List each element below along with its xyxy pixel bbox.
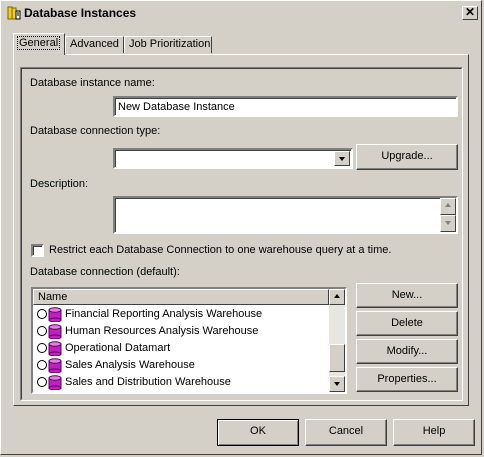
properties-button[interactable]: Properties... xyxy=(356,367,458,392)
cancel-button[interactable]: Cancel xyxy=(305,419,387,446)
list-item[interactable]: Human Resources Analysis Warehouse xyxy=(35,323,329,340)
dialog-title: Database Instances xyxy=(24,6,137,20)
chevron-down-icon xyxy=(445,221,451,225)
tab-job-prioritization[interactable]: Job Prioritization xyxy=(124,36,212,53)
close-icon: ✕ xyxy=(464,5,476,19)
scroll-up-button[interactable] xyxy=(440,198,456,215)
database-cylinder-icon xyxy=(48,324,62,339)
upgrade-button[interactable]: Upgrade... xyxy=(356,144,458,170)
chevron-up-icon xyxy=(334,294,340,298)
chevron-down-icon xyxy=(334,382,340,386)
restrict-checkbox[interactable] xyxy=(31,244,44,257)
list-item[interactable]: Sales and Distribution Warehouse xyxy=(35,374,329,391)
radio-button[interactable] xyxy=(37,377,47,387)
list-column-name[interactable]: Name xyxy=(33,289,329,305)
scroll-down-button[interactable] xyxy=(329,376,345,392)
radio-button[interactable] xyxy=(37,309,47,319)
scroll-down-button[interactable] xyxy=(440,215,456,232)
tab-advanced[interactable]: Advanced xyxy=(65,36,124,53)
scroll-up-button[interactable] xyxy=(329,289,345,305)
chevron-down-icon xyxy=(339,157,345,161)
modify-button[interactable]: Modify... xyxy=(356,339,458,364)
radio-button[interactable] xyxy=(37,343,47,353)
instance-name-label: Database instance name: xyxy=(30,77,155,89)
description-textarea[interactable] xyxy=(113,196,458,234)
list-item[interactable]: Sales Analysis Warehouse xyxy=(35,357,329,374)
database-cylinder-icon xyxy=(48,341,62,356)
description-scrollbar[interactable] xyxy=(440,198,456,232)
database-cylinder-icon xyxy=(48,358,62,373)
restrict-checkbox-label[interactable]: Restrict each Database Connection to one… xyxy=(49,244,391,256)
database-instances-icon xyxy=(7,6,21,20)
new-button[interactable]: New... xyxy=(356,283,458,308)
radio-button[interactable] xyxy=(37,360,47,370)
tab-general[interactable]: General xyxy=(13,33,65,55)
dropdown-button[interactable] xyxy=(334,151,350,166)
delete-button[interactable]: Delete xyxy=(356,311,458,336)
connection-type-select[interactable] xyxy=(113,148,353,169)
scroll-thumb[interactable] xyxy=(329,344,345,372)
title-bar[interactable]: Database Instances ✕ xyxy=(3,3,481,23)
list-item[interactable]: Operational Datamart xyxy=(35,340,329,357)
connection-list[interactable]: Name Financial Reporting Analysis Wareho… xyxy=(31,287,347,394)
connection-type-label: Database connection type: xyxy=(30,125,161,137)
list-scrollbar[interactable] xyxy=(329,289,345,392)
description-label: Description: xyxy=(30,178,89,190)
radio-button[interactable] xyxy=(37,326,47,336)
dialog-window: Database Instances ✕ General Advanced Jo… xyxy=(0,0,482,455)
ok-button[interactable]: OK xyxy=(217,419,299,446)
database-cylinder-icon xyxy=(48,307,62,322)
close-button[interactable]: ✕ xyxy=(462,6,478,20)
database-cylinder-icon xyxy=(48,375,62,390)
default-connection-label: Database connection (default): xyxy=(30,266,180,278)
instance-name-input[interactable]: New Database Instance xyxy=(113,96,458,117)
chevron-up-icon xyxy=(445,203,451,207)
list-item[interactable]: Financial Reporting Analysis Warehouse xyxy=(35,306,329,323)
help-button[interactable]: Help xyxy=(393,419,475,446)
